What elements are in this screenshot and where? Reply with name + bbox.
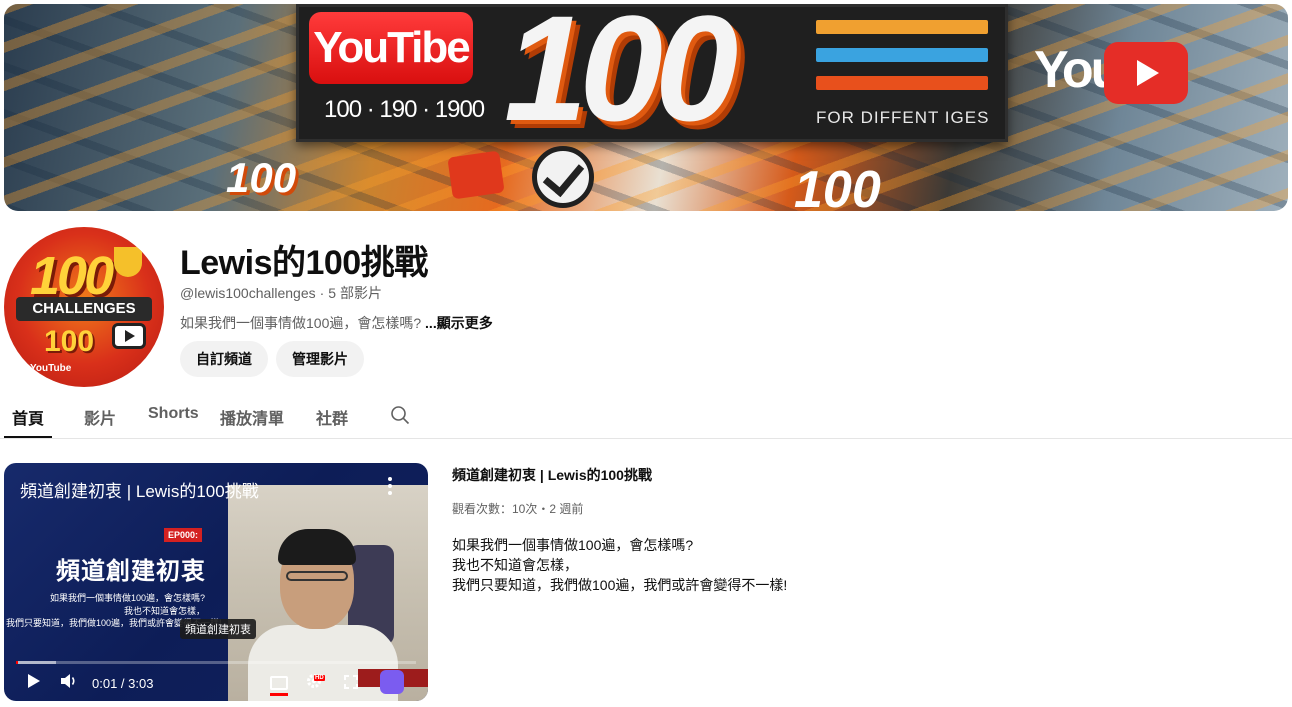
banner-bottom-number: 100 xyxy=(794,161,881,211)
subtitles-icon[interactable] xyxy=(270,676,288,690)
volume-icon[interactable] xyxy=(60,673,78,689)
video-slide-line: 如果我們一個事情做100遍，會怎樣嗎? xyxy=(50,593,206,603)
avatar-band: CHALLENGES xyxy=(16,297,152,321)
hd-badge: HD xyxy=(314,675,325,681)
channel-tabs: 首頁 影片 Shorts 播放清單 社群 xyxy=(0,395,1292,439)
avatar-bottom-number: 100 xyxy=(44,325,95,358)
chapter-tooltip: 頻道創建初衷 xyxy=(180,619,256,639)
meta-separator: · xyxy=(319,285,325,301)
video-meta: 觀看次數：10次・2 週前 xyxy=(452,502,584,516)
video-count: 5 部影片 xyxy=(328,285,382,301)
tab-community[interactable]: 社群 xyxy=(316,405,348,429)
channel-avatar[interactable]: 100 CHALLENGES 100 YouTube xyxy=(4,227,164,387)
tab-shorts[interactable]: Shorts xyxy=(148,405,199,423)
manage-videos-button[interactable]: 管理影片 xyxy=(276,341,364,377)
banner-foot-text: FOR DIFFENT IGES xyxy=(816,108,990,127)
channel-description-text: 如果我們一個事情做100遍，會怎樣嗎? xyxy=(180,315,426,331)
person-glasses xyxy=(286,571,348,581)
video-overlay-title[interactable]: 頻道創建初衷 | Lewis的100挑戰 xyxy=(20,477,259,502)
fullscreen-icon[interactable] xyxy=(344,675,358,689)
channel-title: Lewis的100挑戰 xyxy=(180,244,428,282)
description-line: 如果我們一個事情做100遍，會怎樣嗎? xyxy=(452,537,694,553)
avatar-yt-text: YouTube xyxy=(30,363,72,374)
more-vert-icon[interactable] xyxy=(388,477,394,495)
progress-fill xyxy=(16,661,18,664)
play-icon xyxy=(112,323,146,349)
banner-red-tile xyxy=(447,150,505,200)
progress-bar[interactable] xyxy=(16,661,416,664)
episode-badge: EP000: xyxy=(164,528,203,542)
video-slide-title: 頻道創建初衷 xyxy=(56,558,206,585)
banner-left-number: 100 xyxy=(226,154,297,201)
banner-subtext: 100 · 190 · 1900 xyxy=(324,96,485,123)
channel-handle: @lewis100challenges xyxy=(180,285,316,301)
channel-banner: YouTibe 100 · 190 · 1900 100 FOR DIFFENT… xyxy=(4,4,1288,211)
tab-videos[interactable]: 影片 xyxy=(84,405,116,429)
banner-big-number: 100 xyxy=(504,4,738,152)
play-icon[interactable] xyxy=(26,673,40,689)
banner-youtube-logo: YouTibe xyxy=(309,12,473,84)
show-more-link[interactable]: ...顯示更多 xyxy=(425,315,493,331)
channel-description[interactable]: 如果我們一個事情做100遍，會怎樣嗎? ...顯示更多 xyxy=(180,313,493,333)
search-icon[interactable] xyxy=(390,405,410,425)
banner-bars xyxy=(816,20,988,104)
customize-channel-button[interactable]: 自訂頻道 xyxy=(180,341,268,377)
progress-buffer xyxy=(16,661,56,664)
description-line: 我們只要知道，我們做100遍，我們或許會變得不一樣! xyxy=(452,577,788,593)
channel-meta: @lewis100challenges · 5 部影片 xyxy=(180,283,382,303)
banner-bar xyxy=(816,20,988,34)
video-title[interactable]: 頻道創建初衷 | Lewis的100挑戰 xyxy=(452,465,652,485)
description-line: 我也不知道會怎樣， xyxy=(452,557,578,573)
person-hair xyxy=(278,529,356,565)
extension-badge-icon[interactable] xyxy=(380,670,404,694)
tab-playlists[interactable]: 播放清單 xyxy=(220,405,284,429)
time-display: 0:01 / 3:03 xyxy=(92,676,154,691)
banner-bar xyxy=(816,76,988,90)
video-description: 如果我們一個事情做100遍，會怎樣嗎? 我也不知道會怎樣， 我們只要知道，我們做… xyxy=(452,535,787,595)
video-player[interactable]: 頻道創建初衷 | Lewis的100挑戰 EP000: 頻道創建初衷 如果我們一… xyxy=(4,463,428,701)
active-tab-indicator xyxy=(4,436,52,438)
trophy-icon xyxy=(114,247,142,277)
tab-home[interactable]: 首頁 xyxy=(12,405,44,429)
checkmark-icon xyxy=(532,146,594,208)
banner-bar xyxy=(816,48,988,62)
youtube-play-icon xyxy=(1104,42,1188,104)
subtitles-active-indicator xyxy=(270,693,288,696)
